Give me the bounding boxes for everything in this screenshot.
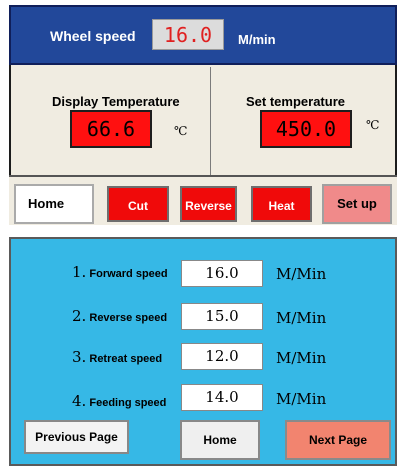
row-number: 2.: [72, 307, 87, 325]
forward-speed-unit: M/Min: [276, 265, 327, 283]
wheel-speed-label: Wheel speed: [50, 28, 136, 44]
feeding-speed-input[interactable]: 14.0: [181, 384, 263, 411]
home-button-bottom[interactable]: Home: [180, 420, 260, 460]
row-number: 3.: [72, 348, 87, 366]
row-number: 1.: [72, 263, 87, 281]
display-temperature-unit: ℃: [174, 124, 188, 138]
forward-speed-input[interactable]: 16.0: [181, 260, 263, 287]
wheel-speed-value: 16.0: [152, 19, 224, 50]
setup-button[interactable]: Set up: [322, 184, 392, 224]
home-button[interactable]: Home: [14, 184, 94, 224]
temperature-section-border: [9, 175, 397, 177]
reverse-speed-input[interactable]: 15.0: [181, 303, 263, 330]
row-label-text: Reverse speed: [89, 312, 168, 324]
row-label-text: Forward speed: [89, 268, 168, 280]
set-temperature-title: Set temperature: [246, 94, 345, 109]
retreat-speed-unit: M/Min: [276, 349, 327, 367]
heat-button[interactable]: Heat: [251, 186, 312, 222]
row-label-text: Retreat speed: [89, 353, 163, 365]
reverse-button[interactable]: Reverse: [180, 186, 237, 222]
set-temperature-input[interactable]: 450.0: [260, 110, 352, 148]
forward-speed-label: 1. Forward speed: [72, 263, 168, 281]
set-temperature-unit: ℃: [366, 118, 380, 132]
temperature-divider: [210, 67, 211, 175]
reverse-speed-unit: M/Min: [276, 309, 327, 327]
retreat-speed-input[interactable]: 12.0: [181, 343, 263, 370]
row-number: 4.: [72, 392, 87, 410]
previous-page-button[interactable]: Previous Page: [24, 420, 129, 454]
display-temperature-value: 66.6: [70, 110, 152, 148]
cut-button[interactable]: Cut: [107, 186, 169, 222]
wheel-speed-unit: M/min: [238, 32, 276, 47]
reverse-speed-label: 2. Reverse speed: [72, 307, 167, 325]
feeding-speed-label: 4. Feeding speed: [72, 392, 166, 410]
retreat-speed-label: 3. Retreat speed: [72, 348, 162, 366]
row-label-text: Feeding speed: [89, 397, 167, 409]
display-temperature-title: Display Temperature: [52, 94, 180, 109]
next-page-button[interactable]: Next Page: [285, 420, 391, 460]
feeding-speed-unit: M/Min: [276, 390, 327, 408]
